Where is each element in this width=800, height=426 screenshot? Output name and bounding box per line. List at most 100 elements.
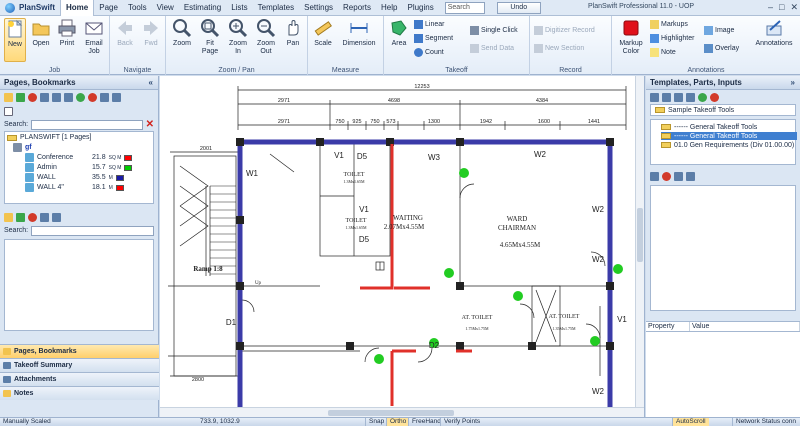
email-job-button[interactable]: Email Job [82,18,106,56]
freehand-toggle[interactable]: FreeHand [408,418,444,426]
tab-lists[interactable]: Lists [226,0,252,16]
tree-root[interactable]: PLANSWIFT [1 Pages] [7,133,91,142]
tab-estimating[interactable]: Estimating [179,0,226,16]
linear-button[interactable]: Linear [414,20,444,29]
send-data-button[interactable]: Send Data [470,44,514,53]
tab-page[interactable]: Page [94,0,123,16]
add-icon[interactable] [16,212,25,222]
add-icon[interactable] [16,92,25,102]
autoscroll-toggle[interactable]: AutoScroll [672,418,709,426]
refresh-icon[interactable] [686,171,695,181]
expand-icon[interactable] [100,92,109,102]
tab-plugins[interactable]: Plugins [402,0,438,16]
zoom-button[interactable]: Zoom [170,18,194,48]
add-icon[interactable] [698,92,707,102]
note-button[interactable]: Note [650,48,676,57]
digitizer-record-button[interactable]: Digitizer Record [534,26,595,35]
forward-button[interactable]: Fwd [140,18,162,48]
vertical-scroll-thumb[interactable] [637,208,643,262]
settings-icon[interactable] [650,92,659,102]
add-folder-icon[interactable] [4,92,13,102]
horizontal-scrollbar[interactable] [160,407,644,417]
tree-item-admin[interactable]: Admin 15.7 SQ M [25,163,145,172]
new-button[interactable]: New [4,18,26,62]
export-icon[interactable] [112,92,121,102]
tab-home[interactable]: Home [60,0,95,16]
move-up-icon[interactable] [76,92,85,102]
vertical-scrollbar[interactable] [635,76,644,407]
settings-icon[interactable] [40,92,49,102]
pin-icon[interactable] [4,106,13,116]
tab-settings[interactable]: Settings [299,0,338,16]
scale-button[interactable]: Scale [312,18,334,48]
new-section-button[interactable]: New Section [534,44,584,53]
settings-icon[interactable] [650,171,659,181]
fit-page-button[interactable]: Fit Page [198,18,222,56]
undo-button[interactable]: Undo [496,1,541,14]
accordion-pages-bookmarks[interactable]: Pages, Bookmarks [0,344,159,358]
segment-button[interactable]: Segment [414,34,453,43]
snap-toggle[interactable]: Snap [365,418,387,426]
template-selector[interactable]: Sample Takeoff Tools [650,104,796,116]
horizontal-scroll-thumb[interactable] [328,410,454,416]
takeoff-search-input[interactable] [31,225,154,236]
overlay-button[interactable]: Overlay [704,44,739,53]
verify-points-toggle[interactable]: Verify Points [440,418,483,426]
tree-item-conference[interactable]: Conference 21.8 SQ M [25,153,145,162]
markup-color-button[interactable]: Markup Color [616,18,646,56]
add-folder-icon[interactable] [4,212,13,222]
delete-icon[interactable] [28,92,37,102]
drawing-canvas[interactable]: 12253 2971 4698 4384 2971 750 925 750 57… [160,76,645,417]
tab-help[interactable]: Help [376,0,402,16]
tab-view[interactable]: View [152,0,179,16]
tree-item-wall-4[interactable]: WALL 4" 18.1 M [25,183,145,192]
delete-icon[interactable] [710,92,719,102]
maximize-icon[interactable]: □ [779,2,784,13]
annotations-button[interactable]: Annotations [752,18,796,48]
image-button[interactable]: Image [704,26,734,35]
refresh-icon[interactable] [662,92,671,102]
template-item-selected[interactable]: ------ General Takeoff Tools [661,132,797,140]
zoom-out-button[interactable]: Zoom Out [254,18,278,56]
sort-icon[interactable] [64,92,73,102]
pages-search-input[interactable] [31,119,143,130]
tree-item-wall[interactable]: WALL 35.5 M [25,173,145,182]
close-icon[interactable]: ✕ [790,2,798,13]
minimize-icon[interactable]: – [768,2,773,13]
area-button[interactable]: Area [388,18,410,48]
collapse-panel-icon[interactable]: « [149,76,153,90]
collapse-panel-icon[interactable]: » [791,76,795,90]
delete-icon[interactable] [662,171,671,181]
sort-icon[interactable] [674,171,683,181]
accordion-notes[interactable]: Notes [0,386,159,400]
app-menu-button[interactable]: PlanSwift [0,0,60,16]
template-item[interactable]: 01.0 Gen Requirements (Div 01.00.00) [661,141,794,149]
split-icon[interactable] [674,92,683,102]
back-button[interactable]: Back [114,18,136,48]
accordion-takeoff-summary[interactable]: Takeoff Summary [0,358,159,372]
ortho-toggle[interactable]: Ortho [386,418,410,426]
template-item[interactable]: ------ General Takeoff Tools [661,123,757,131]
settings-icon[interactable] [40,212,49,222]
tab-templates[interactable]: Templates [253,0,299,16]
refresh-icon[interactable] [52,92,61,102]
sort-icon[interactable] [52,212,61,222]
zoom-in-button[interactable]: Zoom In [226,18,250,56]
clear-search-icon[interactable]: ✕ [146,119,154,130]
tab-reports[interactable]: Reports [338,0,376,16]
highlighter-button[interactable]: Highlighter [650,34,694,43]
markups-button[interactable]: Markups [650,20,688,29]
print-button[interactable]: Print [56,18,78,48]
tree-page-gf[interactable]: gf [13,143,32,152]
delete-icon[interactable] [28,212,37,222]
count-button[interactable]: Count [414,48,444,57]
accordion-attachments[interactable]: Attachments [0,372,159,386]
tab-tools[interactable]: Tools [123,0,152,16]
dimension-button[interactable]: Dimension [338,18,380,48]
pan-button[interactable]: Pan [282,18,304,48]
move-down-icon[interactable] [88,92,97,102]
sort-icon[interactable] [686,92,695,102]
single-click-button[interactable]: Single Click [470,26,518,35]
search-input[interactable]: Search [444,1,485,14]
open-button[interactable]: Open [30,18,52,48]
